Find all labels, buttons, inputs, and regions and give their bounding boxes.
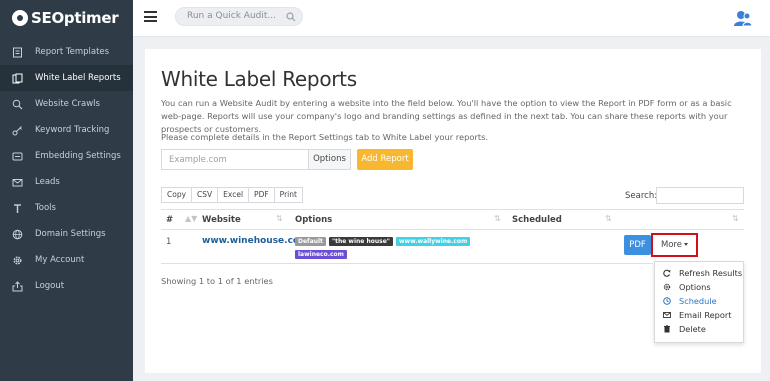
search-icon[interactable] — [286, 12, 296, 22]
caret-down-icon — [684, 243, 689, 246]
pdf-export-button[interactable]: PDF — [249, 187, 275, 203]
globe-icon — [12, 229, 23, 240]
options-button[interactable]: Options — [308, 149, 351, 170]
envelope-icon — [663, 312, 671, 318]
column-header-options[interactable]: Options — [295, 215, 332, 225]
sort-icon[interactable]: ⇅ — [276, 214, 283, 223]
embed-icon — [12, 152, 23, 161]
dropdown-item-label: Delete — [679, 324, 706, 334]
more-dropdown-menu: Refresh Results Options Schedule Email R… — [654, 261, 744, 343]
white-label-icon — [12, 73, 23, 84]
dropdown-item-label: Schedule — [679, 296, 717, 306]
sidebar-item-label: My Account — [35, 255, 85, 265]
sidebar-item-label: Keyword Tracking — [35, 125, 110, 135]
table-search-label: Search: — [625, 191, 658, 201]
dropdown-item-delete[interactable]: Delete — [655, 322, 743, 336]
trash-icon — [664, 325, 670, 333]
logo-icon — [12, 10, 28, 26]
export-button-group: Copy CSV Excel PDF Print — [161, 187, 303, 203]
table-header-border — [161, 229, 744, 230]
clock-icon — [663, 297, 671, 305]
dropdown-item-schedule[interactable]: Schedule — [655, 294, 743, 308]
sidebar-item-logout[interactable]: Logout — [0, 273, 133, 299]
dropdown-item-label: Refresh Results — [679, 268, 743, 278]
website-link[interactable]: www.winehouse.com — [202, 236, 308, 246]
gear-icon — [663, 283, 671, 291]
sidebar-item-my-account[interactable]: My Account — [0, 247, 133, 273]
tools-icon — [14, 204, 21, 213]
search-icon — [12, 99, 23, 110]
sidebar-item-domain-settings[interactable]: Domain Settings — [0, 221, 133, 247]
sort-icon[interactable]: ⇅ — [732, 214, 739, 223]
table-top-border — [161, 209, 744, 210]
user-avatar-icon[interactable] — [733, 9, 753, 27]
column-header-number[interactable]: # — [166, 215, 173, 225]
sort-icon[interactable]: ⇅ — [605, 214, 612, 223]
sort-icon[interactable]: ⇅ — [494, 214, 501, 223]
brand-name: SEOptimer — [31, 9, 119, 27]
sidebar-item-label: Embedding Settings — [35, 151, 121, 161]
option-tag-company-name: "the wine house" — [329, 237, 393, 246]
sidebar-item-keyword-tracking[interactable]: Keyword Tracking — [0, 117, 133, 143]
more-dropdown-button[interactable]: More — [651, 233, 698, 257]
dropdown-item-options[interactable]: Options — [655, 280, 743, 294]
dropdown-item-label: Email Report — [679, 310, 732, 320]
page-title: White Label Reports — [161, 67, 357, 91]
table-bottom-border — [161, 263, 653, 264]
copy-button[interactable]: Copy — [161, 187, 193, 203]
refresh-icon — [663, 269, 671, 277]
page-instruction: Please complete details in the Report Se… — [161, 132, 489, 142]
csv-button[interactable]: CSV — [192, 187, 219, 203]
hamburger-menu-icon[interactable] — [144, 11, 157, 22]
sidebar-item-label: Domain Settings — [35, 229, 106, 239]
dropdown-item-refresh-results[interactable]: Refresh Results — [655, 266, 743, 280]
column-header-scheduled[interactable]: Scheduled — [512, 215, 562, 225]
option-tag-website: www.wallywine.com — [396, 237, 471, 246]
sidebar-item-label: White Label Reports — [35, 73, 121, 83]
sidebar-item-website-crawls[interactable]: Website Crawls — [0, 91, 133, 117]
option-tag-default: Default — [295, 237, 326, 246]
sidebar-item-report-templates[interactable]: Report Templates — [0, 39, 133, 65]
dropdown-item-label: Options — [679, 282, 711, 292]
sidebar-item-label: Tools — [35, 203, 56, 213]
option-tag-email-domain: lawineco.com — [295, 250, 347, 259]
print-button[interactable]: Print — [274, 187, 303, 203]
sidebar-item-label: Leads — [35, 177, 60, 187]
key-icon — [12, 126, 22, 136]
sidebar-item-label: Report Templates — [35, 47, 110, 57]
envelope-icon — [12, 179, 23, 187]
more-button-label: More — [660, 240, 683, 250]
sidebar-item-label: Logout — [35, 281, 65, 291]
excel-button[interactable]: Excel — [218, 187, 250, 203]
gear-icon — [13, 256, 22, 265]
sort-icon[interactable]: ▲▼ — [185, 214, 197, 223]
page-description: You can run a Website Audit by entering … — [161, 98, 732, 134]
sidebar-item-leads[interactable]: Leads — [0, 169, 133, 195]
row-number: 1 — [166, 237, 172, 247]
pdf-button[interactable]: PDF — [624, 235, 651, 255]
report-templates-icon — [13, 47, 22, 58]
sidebar-item-label: Website Crawls — [35, 99, 100, 109]
sidebar-item-white-label-reports[interactable]: White Label Reports — [0, 65, 133, 91]
quick-audit-search[interactable] — [175, 7, 303, 26]
table-info: Showing 1 to 1 of 1 entries — [161, 276, 273, 286]
logout-icon — [12, 281, 23, 292]
sidebar: Report Templates White Label Reports Web… — [0, 37, 133, 381]
table-search-input[interactable] — [656, 187, 744, 204]
sidebar-item-tools[interactable]: Tools — [0, 195, 133, 221]
logo-area[interactable]: SEOptimer — [0, 0, 133, 37]
add-report-button[interactable]: Add Report — [357, 149, 413, 170]
website-url-input[interactable] — [161, 149, 308, 170]
quick-audit-input[interactable] — [187, 11, 282, 21]
dropdown-item-email-report[interactable]: Email Report — [655, 308, 743, 322]
sidebar-item-embedding-settings[interactable]: Embedding Settings — [0, 143, 133, 169]
column-header-website[interactable]: Website — [202, 215, 241, 225]
